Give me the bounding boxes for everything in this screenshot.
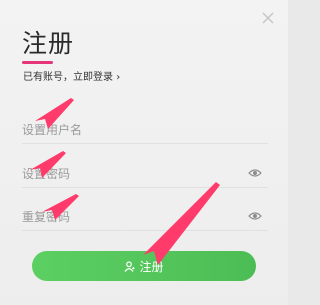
login-link[interactable]: 已有账号，立即登录 › <box>23 68 120 83</box>
close-icon[interactable] <box>260 10 276 26</box>
confirm-password-field-row <box>22 200 268 231</box>
user-icon <box>124 260 135 272</box>
username-input[interactable] <box>22 116 232 144</box>
eye-icon[interactable] <box>248 168 262 178</box>
register-button-label: 注册 <box>139 259 164 274</box>
register-button[interactable]: 注册 <box>32 251 256 281</box>
chevron-right-icon: › <box>116 72 121 83</box>
eye-icon[interactable] <box>248 211 262 221</box>
page-title: 注册 <box>22 29 75 58</box>
password-field-row <box>22 157 268 188</box>
register-dialog: 注册 已有账号，立即登录 › 注册 <box>0 0 288 305</box>
login-link-label: 已有账号，立即登录 <box>23 72 113 83</box>
confirm-password-input[interactable] <box>22 203 232 231</box>
title-underline <box>22 61 53 64</box>
password-input[interactable] <box>22 160 232 188</box>
username-field-row <box>22 113 268 144</box>
